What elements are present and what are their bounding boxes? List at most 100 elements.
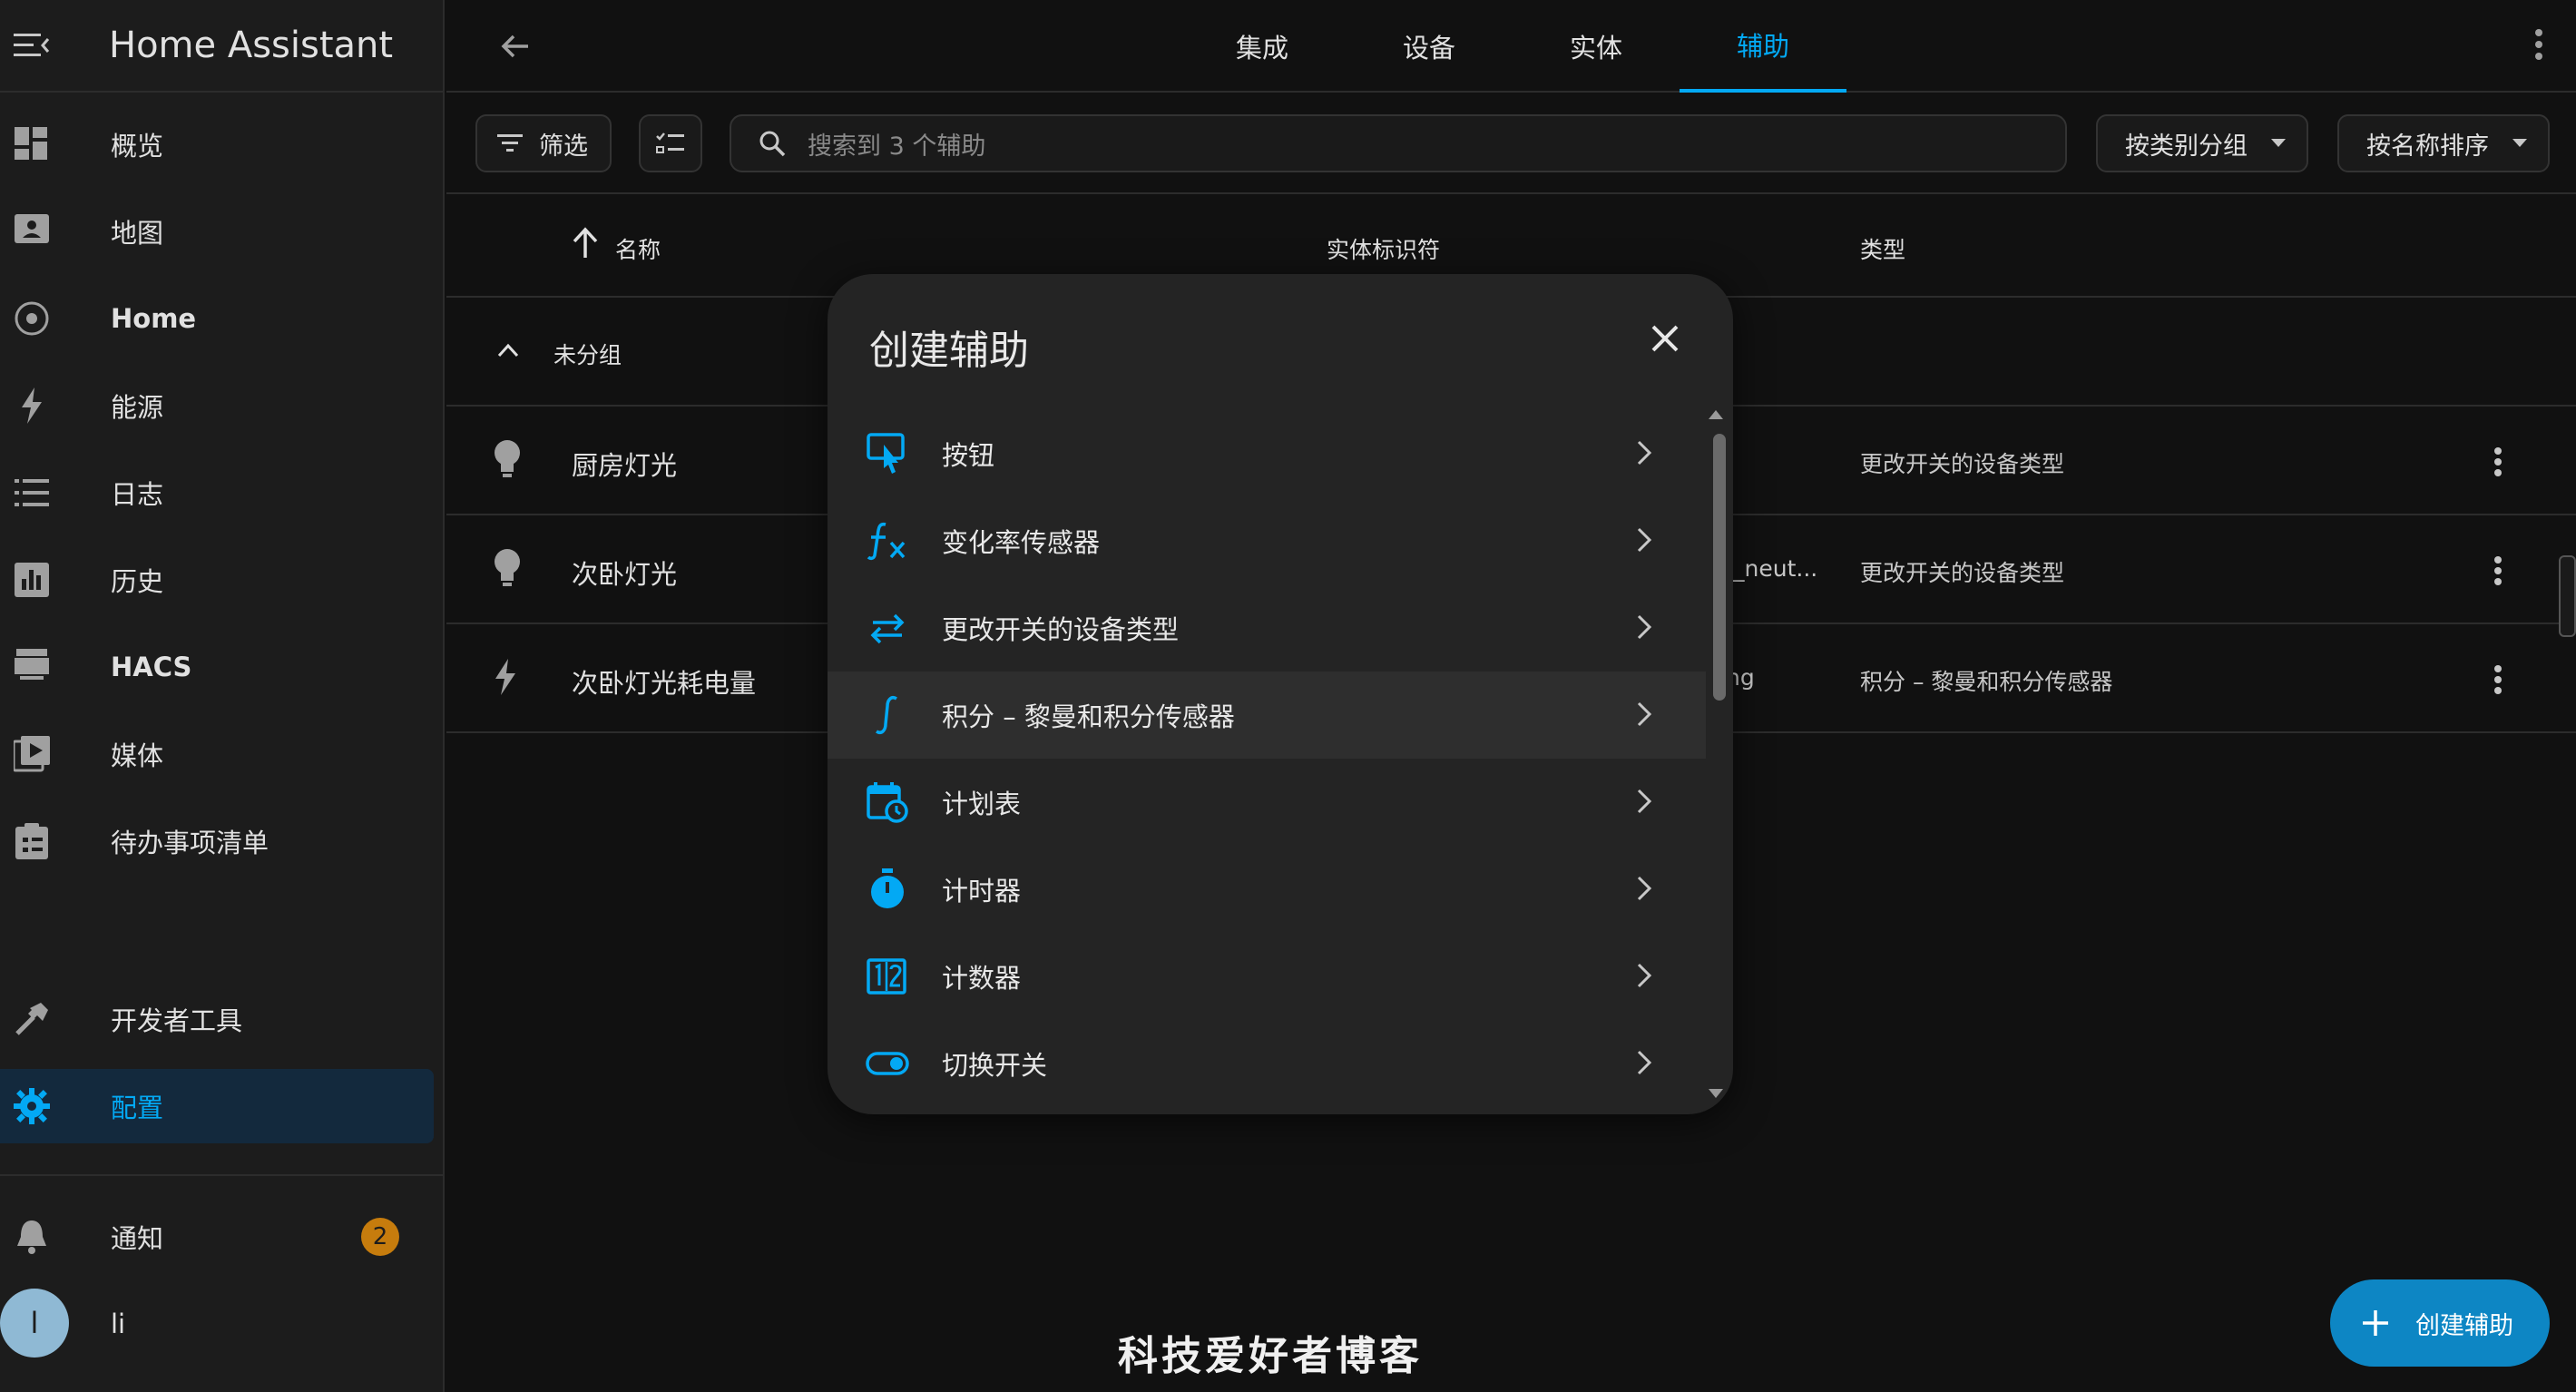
tab-integrations[interactable]: 集成 (1179, 0, 1346, 93)
sidebar-item-history[interactable]: 历史 (0, 543, 434, 617)
more-vert-icon[interactable] (2516, 22, 2561, 67)
sidebar-item-label: 待办事项清单 (111, 828, 269, 858)
sidebar-item-overview[interactable]: 概览 (0, 107, 434, 181)
helper-option-button[interactable]: 按钮 (828, 410, 1706, 497)
sidebar-item-energy[interactable]: 能源 (0, 368, 434, 443)
integral-icon (866, 693, 909, 737)
create-helper-label: 创建辅助 (2415, 1311, 2513, 1340)
sidebar-item-dev-tools[interactable]: 开发者工具 (0, 982, 434, 1056)
row-name: 次卧灯光耗电量 (572, 668, 757, 699)
app-title: Home Assistant (109, 25, 394, 66)
back-arrow-icon[interactable] (494, 24, 539, 69)
sort-by-label: 按名称排序 (2366, 132, 2489, 161)
dashboard-icon (0, 127, 64, 162)
lightning-icon (492, 657, 519, 701)
button-touch-icon (866, 432, 909, 475)
avatar[interactable]: l (0, 1289, 69, 1358)
helper-option-derivative[interactable]: 变化率传感器 (828, 497, 1706, 584)
lightning-icon (0, 387, 64, 424)
checklist-icon (656, 132, 685, 155)
sidebar-item-media[interactable]: 媒体 (0, 717, 434, 791)
column-header-entity-id[interactable]: 实体标识符 (1327, 232, 1440, 265)
caret-down-icon (2512, 139, 2527, 148)
sidebar-item-label: 地图 (111, 218, 164, 249)
helper-option-label: 计数器 (942, 963, 1022, 994)
search-input[interactable]: 搜索到 3 个辅助 (730, 114, 2067, 172)
helper-option-label: 按钮 (942, 440, 995, 471)
map-icon (0, 214, 64, 249)
row-type: 更改开关的设备类型 (1860, 560, 2065, 586)
row-more-icon[interactable] (2484, 548, 2512, 597)
chevron-right-icon (1635, 613, 1653, 644)
helper-option-schedule[interactable]: 计划表 (828, 759, 1706, 846)
tab-devices[interactable]: 设备 (1346, 0, 1513, 93)
hacs-icon (0, 649, 64, 685)
filter-button[interactable]: 筛选 (475, 114, 612, 172)
helper-option-label: 切换开关 (942, 1050, 1048, 1081)
timer-icon (866, 868, 909, 911)
sidebar-item-hacs[interactable]: HACS (0, 630, 434, 704)
function-icon (866, 519, 909, 563)
sidebar-item-label: 媒体 (111, 740, 164, 771)
media-icon (0, 736, 64, 772)
sidebar-header: Home Assistant (0, 0, 443, 93)
counter-icon (866, 955, 909, 998)
chevron-right-icon (1635, 701, 1653, 731)
search-icon (759, 130, 786, 157)
chevron-right-icon (1635, 526, 1653, 557)
user-name[interactable]: li (111, 1309, 125, 1339)
menu-icon[interactable] (0, 0, 64, 92)
plus-icon (2359, 1307, 2392, 1339)
sidebar-item-label: 配置 (111, 1093, 164, 1123)
sidebar-item-config[interactable]: 配置 (0, 1069, 434, 1143)
tab-helpers[interactable]: 辅助 (1680, 0, 1846, 93)
search-placeholder: 搜索到 3 个辅助 (808, 132, 986, 161)
sidebar-item-label: HACS (111, 652, 192, 682)
sidebar-item-map[interactable]: 地图 (0, 194, 434, 269)
row-type: 更改开关的设备类型 (1860, 451, 2065, 477)
column-header-name[interactable]: 名称 (615, 232, 661, 265)
hammer-icon (0, 1001, 64, 1037)
toggle-icon (866, 1042, 909, 1085)
helper-option-timer[interactable]: 计时器 (828, 846, 1706, 933)
sidebar-item-label: 概览 (111, 131, 164, 162)
sort-arrow-up-icon[interactable] (570, 227, 601, 260)
row-more-icon[interactable] (2484, 439, 2512, 488)
helper-option-toggle[interactable]: 切换开关 (828, 1020, 1706, 1107)
row-more-icon[interactable] (2484, 657, 2512, 706)
tab-entities[interactable]: 实体 (1513, 0, 1680, 93)
create-helper-button[interactable]: 创建辅助 (2330, 1279, 2550, 1367)
top-bar: 集成 设备 实体 辅助 (446, 0, 2576, 93)
bulb-icon (492, 439, 523, 483)
sidebar-item-home[interactable]: Home (0, 281, 434, 356)
chevron-up-icon (497, 343, 519, 358)
home-dial-icon (0, 300, 64, 337)
sidebar-item-notifications[interactable]: 通知 2 (0, 1200, 434, 1274)
sidebar-item-todo[interactable]: 待办事项清单 (0, 804, 434, 878)
side-panel-handle[interactable] (2559, 555, 2576, 637)
group-label: 未分组 (553, 342, 622, 368)
helper-option-switch-as-x[interactable]: 更改开关的设备类型 (828, 584, 1706, 671)
list-icon (0, 477, 64, 508)
chevron-right-icon (1635, 962, 1653, 993)
chart-icon (0, 563, 64, 597)
sidebar-item-label: 能源 (111, 392, 164, 423)
clipboard-icon (0, 823, 64, 859)
watermark: 科技爱好者博客 (1118, 1333, 1423, 1379)
group-by-button[interactable]: 按类别分组 (2096, 114, 2308, 172)
row-entity-id: _neut... (1733, 555, 1818, 582)
sidebar-item-logbook[interactable]: 日志 (0, 456, 434, 530)
filter-label: 筛选 (539, 132, 588, 161)
scrollbar-thumb[interactable] (1713, 434, 1726, 701)
column-header-type[interactable]: 类型 (1860, 232, 1905, 265)
bulb-icon (492, 548, 523, 592)
filter-icon (497, 133, 523, 153)
select-mode-button[interactable] (639, 114, 702, 172)
helper-option-label: 积分 – 黎曼和积分传感器 (942, 701, 1235, 732)
sort-by-button[interactable]: 按名称排序 (2337, 114, 2550, 172)
helper-option-integration[interactable]: 积分 – 黎曼和积分传感器 (828, 671, 1706, 759)
helper-option-label: 计划表 (942, 789, 1022, 819)
sidebar-item-label: Home (111, 303, 197, 334)
helper-option-counter[interactable]: 计数器 (828, 933, 1706, 1020)
close-icon[interactable] (1642, 316, 1688, 361)
